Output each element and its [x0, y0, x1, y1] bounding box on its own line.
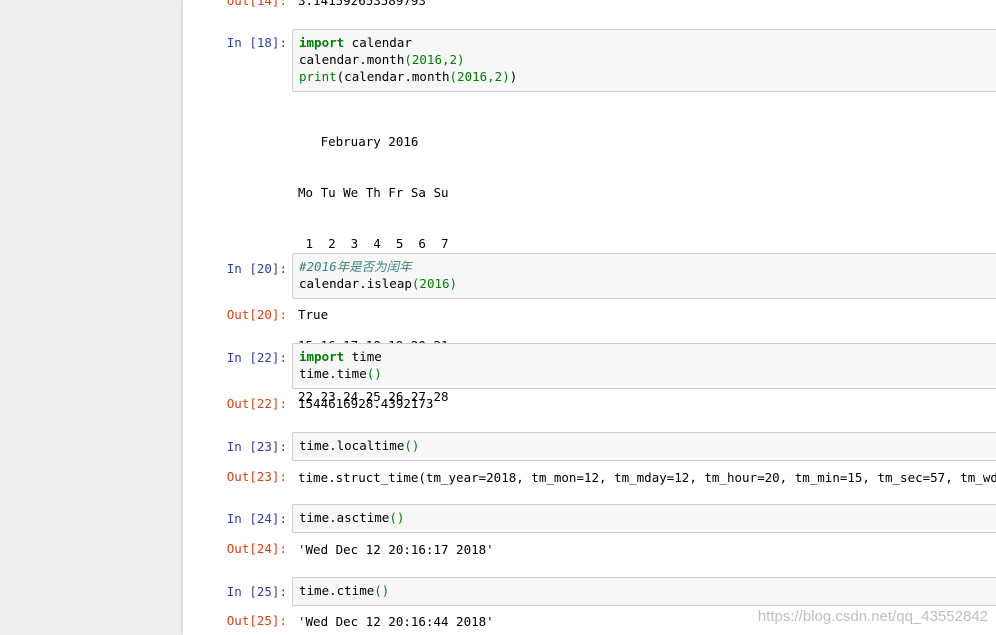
- code-args: (): [366, 366, 382, 381]
- code-input[interactable]: #2016年是否为闰年 calendar.isleap(2016): [292, 253, 996, 299]
- code-input[interactable]: time.ctime(): [292, 577, 996, 606]
- code-line: import calendar: [299, 34, 993, 51]
- code-text: time.asctime: [299, 510, 390, 525]
- code-line: calendar.isleap(2016): [299, 275, 993, 292]
- code-args: (2016,2): [404, 52, 465, 67]
- code-input[interactable]: import time time.time(): [292, 343, 996, 389]
- code-args: (2016,2): [449, 69, 510, 84]
- code-line: time.localtime(): [299, 437, 993, 454]
- notebook-container: Out[14]: 3.141592653589793 In [18]: impo…: [183, 0, 996, 635]
- code-text: time: [344, 349, 382, 364]
- code-input[interactable]: time.asctime(): [292, 504, 996, 533]
- in-prompt: In [18]:: [226, 35, 287, 50]
- out-prompt: Out[24]:: [226, 541, 287, 556]
- in-prompt: In [24]:: [226, 511, 287, 526]
- code-line: time.asctime(): [299, 509, 993, 526]
- output-text: 'Wed Dec 12 20:16:17 2018': [298, 542, 494, 557]
- keyword: import: [299, 349, 345, 364]
- code-args: (): [389, 510, 405, 525]
- code-comment: #2016年是否为闰年: [299, 259, 412, 274]
- output-text: True: [298, 307, 329, 322]
- code-line: import time: [299, 348, 993, 365]
- code-text: time.time: [299, 366, 367, 381]
- in-prompt: In [25]:: [226, 584, 287, 599]
- code-text: calendar.month: [299, 52, 405, 67]
- code-text: time.ctime: [299, 583, 375, 598]
- code-line: print(calendar.month(2016,2)): [299, 68, 993, 85]
- in-prompt: In [20]:: [226, 261, 287, 276]
- builtin: print: [299, 69, 337, 84]
- output-text: 3.141592653589793: [298, 0, 426, 8]
- output-text: time.struct_time(tm_year=2018, tm_mon=12…: [298, 470, 996, 485]
- keyword: import: [299, 35, 345, 50]
- code-text: calendar: [344, 35, 412, 50]
- code-line: time.ctime(): [299, 582, 993, 599]
- output-line: Mo Tu We Th Fr Sa Su: [298, 185, 449, 200]
- watermark-text: https://blog.csdn.net/qq_43552842: [757, 608, 988, 625]
- code-text: calendar.isleap: [299, 276, 412, 291]
- in-prompt: In [23]:: [226, 439, 287, 454]
- out-prompt: Out[14]:: [226, 0, 287, 8]
- out-prompt: Out[20]:: [226, 307, 287, 322]
- out-prompt: Out[22]:: [226, 396, 287, 411]
- code-args: (): [374, 583, 390, 598]
- code-line: time.time(): [299, 365, 993, 382]
- code-text: ): [509, 69, 518, 84]
- out-prompt: Out[23]:: [226, 469, 287, 484]
- code-input[interactable]: import calendar calendar.month(2016,2) p…: [292, 29, 996, 92]
- output-line: February 2016: [298, 134, 419, 149]
- code-line: calendar.month(2016,2): [299, 51, 993, 68]
- code-line: #2016年是否为闰年: [299, 258, 993, 275]
- output-line: 1 2 3 4 5 6 7: [298, 236, 449, 251]
- code-input[interactable]: time.localtime(): [292, 432, 996, 461]
- code-text: time.localtime: [299, 438, 405, 453]
- code-text: (calendar.month: [336, 69, 450, 84]
- output-text: 1544616928.4392173: [298, 396, 434, 411]
- code-args: (2016): [411, 276, 458, 291]
- in-prompt: In [22]:: [226, 350, 287, 365]
- out-prompt: Out[25]:: [226, 613, 287, 628]
- code-args: (): [404, 438, 420, 453]
